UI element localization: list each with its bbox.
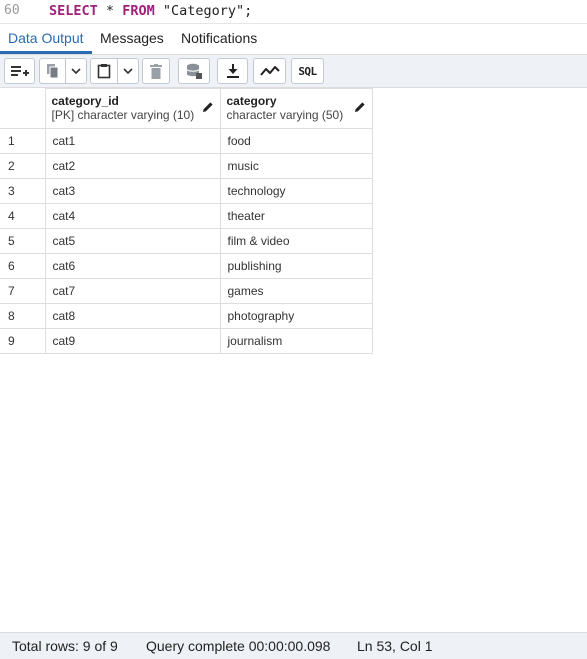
cell-category[interactable]: music	[219, 153, 373, 179]
row-number-header[interactable]	[0, 88, 46, 129]
keyword-from: FROM	[122, 3, 155, 19]
cell-category-id[interactable]: cat7	[44, 278, 221, 304]
pencil-icon[interactable]	[202, 101, 214, 113]
data-grid: category_id [PK] character varying (10) …	[0, 88, 373, 354]
line-number: 60	[4, 3, 20, 18]
cell-category-id[interactable]: cat1	[44, 128, 221, 154]
column-name: category_id	[51, 94, 119, 108]
cell-category-id[interactable]: cat5	[44, 228, 221, 254]
pencil-icon[interactable]	[354, 101, 366, 113]
active-tab-indicator	[0, 51, 92, 54]
tab-data-output[interactable]: Data Output	[8, 30, 84, 46]
paste-dropdown-button[interactable]	[118, 58, 139, 84]
cell-category[interactable]: film & video	[219, 228, 373, 254]
table-row[interactable]: 1 cat1 food	[0, 128, 373, 154]
row-number[interactable]: 2	[0, 153, 46, 179]
tab-messages[interactable]: Messages	[100, 30, 164, 46]
table-row[interactable]: 6 cat6 publishing	[0, 253, 373, 279]
row-number[interactable]: 1	[0, 128, 46, 154]
table-row[interactable]: 2 cat2 music	[0, 153, 373, 179]
paste-icon	[97, 64, 111, 79]
column-name: category	[226, 94, 277, 108]
graph-icon	[259, 66, 280, 76]
cell-category[interactable]: games	[219, 278, 373, 304]
chevron-down-icon	[123, 68, 133, 75]
delete-icon	[150, 63, 162, 79]
cell-category-id[interactable]: cat4	[44, 203, 221, 229]
column-type: [PK] character varying (10)	[51, 108, 195, 122]
cursor-position-status: Ln 53, Col 1	[357, 638, 433, 654]
row-number[interactable]: 5	[0, 228, 46, 254]
select-star: *	[105, 3, 115, 19]
sql-button[interactable]: SQL	[291, 58, 324, 84]
cell-category-id[interactable]: cat6	[44, 253, 221, 279]
download-icon	[226, 64, 239, 78]
query-editor[interactable]: 60 SELECT * FROM "Category";	[0, 0, 587, 24]
cell-category-id[interactable]: cat8	[44, 303, 221, 329]
add-row-button[interactable]	[4, 58, 35, 84]
add-row-icon	[10, 66, 29, 76]
cell-category[interactable]: food	[219, 128, 373, 154]
cell-category[interactable]: technology	[219, 178, 373, 204]
keyword-select: SELECT	[49, 3, 98, 19]
table-row[interactable]: 9 cat9 journalism	[0, 328, 373, 354]
tab-notifications[interactable]: Notifications	[181, 30, 257, 46]
column-type: character varying (50)	[226, 108, 344, 122]
results-table: category_id [PK] character varying (10) …	[0, 88, 373, 354]
query-time-status: Query complete 00:00:00.098	[146, 638, 331, 654]
chevron-down-icon	[71, 68, 81, 75]
cell-category-id[interactable]: cat2	[44, 153, 221, 179]
row-number[interactable]: 8	[0, 303, 46, 329]
sql-icon: SQL	[298, 64, 317, 78]
cell-category-id[interactable]: cat9	[44, 328, 221, 354]
sql-code-line[interactable]: SELECT * FROM "Category";	[49, 3, 252, 19]
table-row[interactable]: 7 cat7 games	[0, 278, 373, 304]
row-number[interactable]: 9	[0, 328, 46, 354]
row-number[interactable]: 3	[0, 178, 46, 204]
row-number[interactable]: 6	[0, 253, 46, 279]
cell-category[interactable]: publishing	[219, 253, 373, 279]
data-toolbar: SQL	[0, 55, 587, 88]
table-row[interactable]: 4 cat4 theater	[0, 203, 373, 229]
header-row: category_id [PK] character varying (10) …	[0, 88, 373, 129]
column-header-category[interactable]: category character varying (50)	[219, 88, 373, 129]
cell-category[interactable]: journalism	[219, 328, 373, 354]
paste-button[interactable]	[90, 58, 118, 84]
table-row[interactable]: 3 cat3 technology	[0, 178, 373, 204]
download-button[interactable]	[217, 58, 248, 84]
total-rows-status: Total rows: 9 of 9	[12, 638, 118, 654]
cell-category[interactable]: theater	[219, 203, 373, 229]
copy-dropdown-button[interactable]	[66, 58, 87, 84]
save-data-button[interactable]	[178, 58, 210, 84]
save-data-icon	[186, 63, 202, 79]
delete-button[interactable]	[142, 58, 170, 84]
column-header-category-id[interactable]: category_id [PK] character varying (10)	[44, 88, 221, 129]
table-row[interactable]: 8 cat8 photography	[0, 303, 373, 329]
cell-category-id[interactable]: cat3	[44, 178, 221, 204]
table-row[interactable]: 5 cat5 film & video	[0, 228, 373, 254]
copy-button[interactable]	[39, 58, 66, 84]
graph-visualiser-button[interactable]	[253, 58, 286, 84]
table-literal: "Category";	[162, 3, 253, 19]
cell-category[interactable]: photography	[219, 303, 373, 329]
row-number[interactable]: 4	[0, 203, 46, 229]
status-bar: Total rows: 9 of 9 Query complete 00:00:…	[0, 632, 587, 659]
copy-icon	[46, 64, 58, 79]
row-number[interactable]: 7	[0, 278, 46, 304]
